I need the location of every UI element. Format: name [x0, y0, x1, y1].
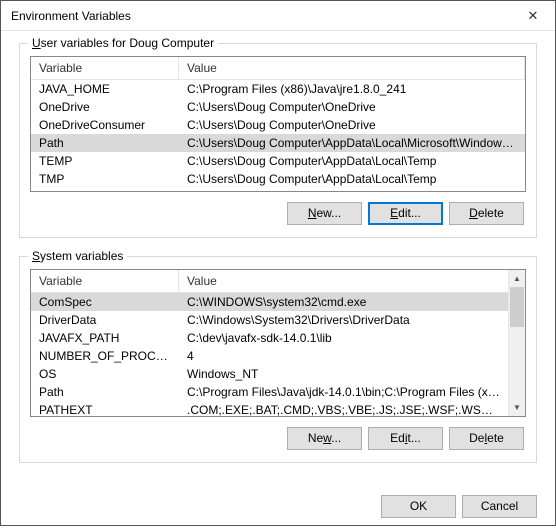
cell-variable: JAVAFX_PATH	[31, 330, 179, 346]
list-header: Variable Value	[31, 270, 525, 293]
close-icon: ✕	[528, 8, 539, 24]
system-edit-button[interactable]: Edit...	[368, 427, 443, 450]
cell-variable: Path	[31, 135, 179, 151]
table-row[interactable]: PATHEXT.COM;.EXE;.BAT;.CMD;.VBS;.VBE;.JS…	[31, 401, 508, 417]
column-value[interactable]: Value	[179, 270, 525, 292]
scroll-track[interactable]	[509, 287, 525, 399]
scrollbar[interactable]: ▲ ▼	[508, 270, 525, 416]
cell-variable: Path	[31, 384, 179, 400]
cancel-button[interactable]: Cancel	[462, 495, 537, 518]
user-buttons-row: New... Edit... Delete	[30, 192, 526, 227]
cell-value: C:\Users\Doug Computer\OneDrive	[179, 117, 525, 133]
system-new-button[interactable]: New...	[287, 427, 362, 450]
user-variables-list[interactable]: Variable Value JAVA_HOMEC:\Program Files…	[30, 56, 526, 192]
table-row[interactable]: JAVA_HOMEC:\Program Files (x86)\Java\jre…	[31, 80, 525, 98]
table-row[interactable]: OSWindows_NT	[31, 365, 508, 383]
cell-variable: NUMBER_OF_PROCESSORS	[31, 348, 179, 364]
table-row[interactable]: OneDriveC:\Users\Doug Computer\OneDrive	[31, 98, 525, 116]
cell-value: Windows_NT	[179, 366, 508, 382]
cell-value: .COM;.EXE;.BAT;.CMD;.VBS;.VBE;.JS;.JSE;.…	[179, 402, 508, 417]
system-variables-legend: System variables	[28, 249, 127, 263]
table-row[interactable]: DriverDataC:\Windows\System32\Drivers\Dr…	[31, 311, 508, 329]
cell-variable: OS	[31, 366, 179, 382]
cell-value: C:\WINDOWS\system32\cmd.exe	[179, 294, 508, 310]
scroll-thumb[interactable]	[510, 287, 524, 327]
table-row[interactable]: ComSpecC:\WINDOWS\system32\cmd.exe	[31, 293, 508, 311]
cell-value: C:\dev\javafx-sdk-14.0.1\lib	[179, 330, 508, 346]
cell-variable: PATHEXT	[31, 402, 179, 417]
cell-variable: OneDriveConsumer	[31, 117, 179, 133]
cell-value: C:\Users\Doug Computer\AppData\Local\Tem…	[179, 153, 525, 169]
cell-value: 4	[179, 348, 508, 364]
close-button[interactable]: ✕	[511, 1, 555, 31]
dialog-content: User variables for Doug Computer Variabl…	[1, 31, 555, 489]
system-variables-list[interactable]: Variable Value ComSpecC:\WINDOWS\system3…	[30, 269, 526, 417]
user-new-button[interactable]: New...	[287, 202, 362, 225]
scroll-up-icon[interactable]: ▲	[509, 270, 525, 287]
user-edit-button[interactable]: Edit...	[368, 202, 443, 225]
table-row[interactable]: TMPC:\Users\Doug Computer\AppData\Local\…	[31, 170, 525, 188]
cell-variable: DriverData	[31, 312, 179, 328]
cell-variable: ComSpec	[31, 294, 179, 310]
user-variables-group: User variables for Doug Computer Variabl…	[19, 43, 537, 238]
column-variable[interactable]: Variable	[31, 57, 179, 79]
column-value[interactable]: Value	[179, 57, 525, 79]
user-delete-button[interactable]: Delete	[449, 202, 524, 225]
cell-variable: TEMP	[31, 153, 179, 169]
cell-value: C:\Users\Doug Computer\AppData\Local\Tem…	[179, 171, 525, 187]
cell-variable: TMP	[31, 171, 179, 187]
cell-value: C:\Windows\System32\Drivers\DriverData	[179, 312, 508, 328]
cell-value: C:\Users\Doug Computer\OneDrive	[179, 99, 525, 115]
table-row[interactable]: JAVAFX_PATHC:\dev\javafx-sdk-14.0.1\lib	[31, 329, 508, 347]
cell-variable: OneDrive	[31, 99, 179, 115]
system-delete-button[interactable]: Delete	[449, 427, 524, 450]
cell-value: C:\Users\Doug Computer\AppData\Local\Mic…	[179, 135, 525, 151]
table-row[interactable]: TEMPC:\Users\Doug Computer\AppData\Local…	[31, 152, 525, 170]
column-variable[interactable]: Variable	[31, 270, 179, 292]
ok-button[interactable]: OK	[381, 495, 456, 518]
system-buttons-row: New... Edit... Delete	[30, 417, 526, 452]
table-row[interactable]: OneDriveConsumerC:\Users\Doug Computer\O…	[31, 116, 525, 134]
titlebar: Environment Variables ✕	[1, 1, 555, 31]
table-row[interactable]: PathC:\Program Files\Java\jdk-14.0.1\bin…	[31, 383, 508, 401]
scroll-down-icon[interactable]: ▼	[509, 399, 525, 416]
list-header: Variable Value	[31, 57, 525, 80]
table-row[interactable]: PathC:\Users\Doug Computer\AppData\Local…	[31, 134, 525, 152]
cell-value: C:\Program Files\Java\jdk-14.0.1\bin;C:\…	[179, 384, 508, 400]
system-variables-group: System variables Variable Value ComSpecC…	[19, 256, 537, 463]
user-variables-legend: User variables for Doug Computer	[28, 36, 218, 50]
table-row[interactable]: NUMBER_OF_PROCESSORS4	[31, 347, 508, 365]
cell-value: C:\Program Files (x86)\Java\jre1.8.0_241	[179, 81, 525, 97]
cell-variable: JAVA_HOME	[31, 81, 179, 97]
window-title: Environment Variables	[11, 9, 131, 23]
